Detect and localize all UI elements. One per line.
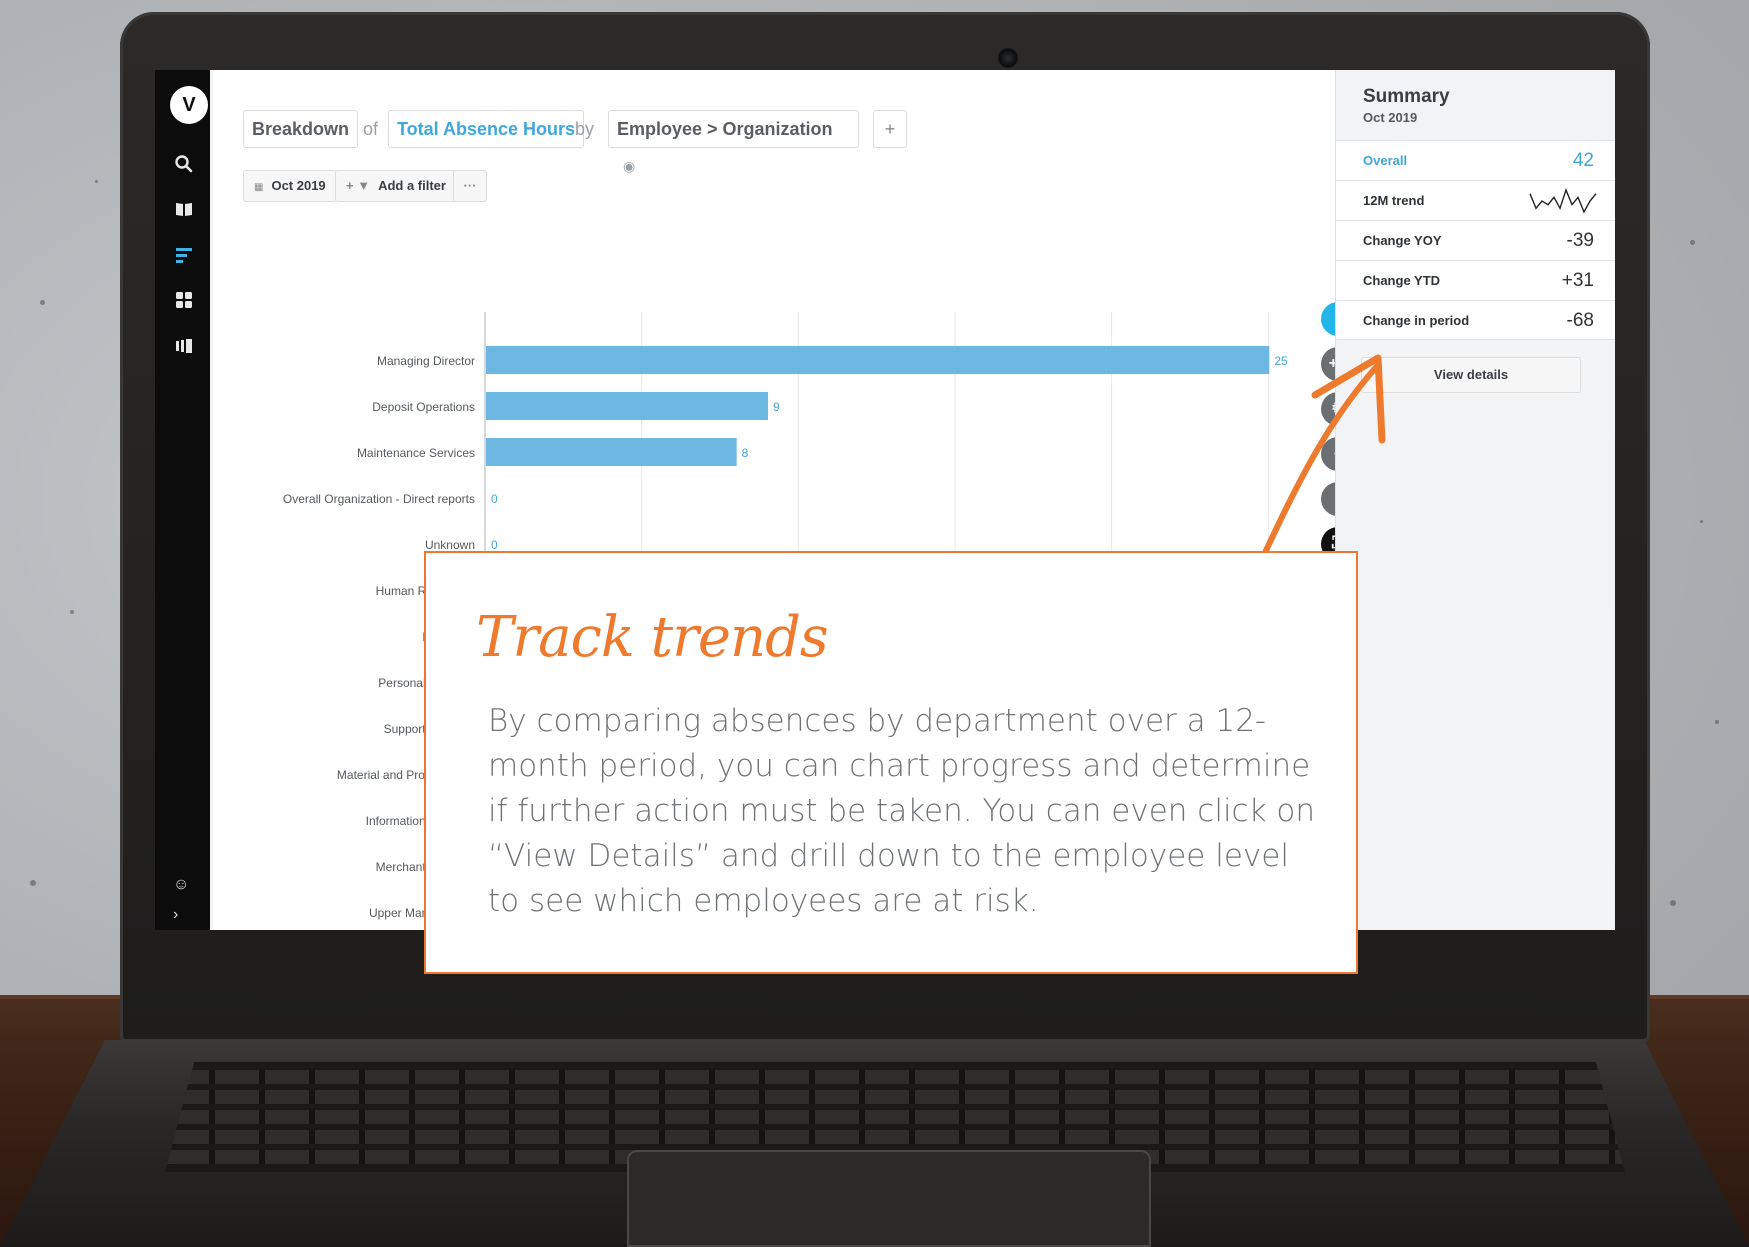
callout-card: Track trends By comparing absences by de… [424,551,1358,974]
callout-body: By comparing absences by department over… [488,703,1316,919]
callout-title: Track trends [476,605,829,670]
